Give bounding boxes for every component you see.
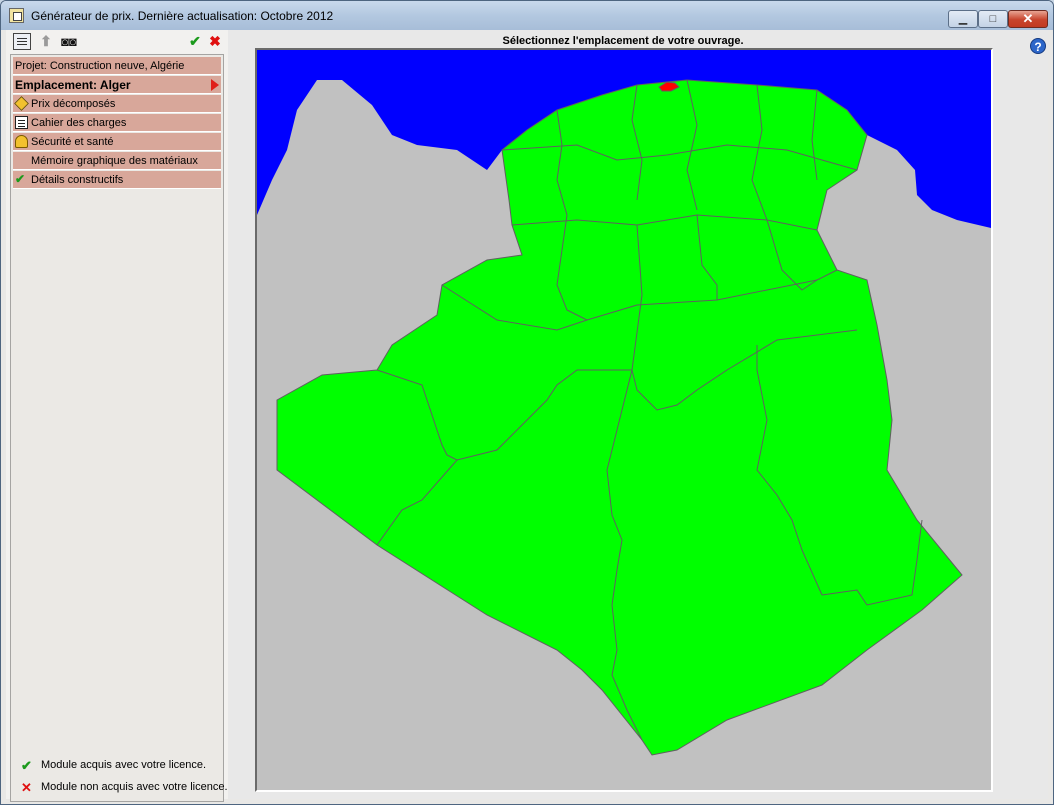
minimize-icon: ▁ bbox=[958, 13, 968, 25]
map-frame bbox=[255, 48, 993, 792]
legend-not-acquired-text: Module non acquis avec votre licence. bbox=[41, 781, 228, 793]
menu-item-cahier-des-charges[interactable]: Cahier des charges bbox=[13, 114, 221, 132]
check-icon: ✔ bbox=[15, 172, 26, 186]
prix-decomposes-icon bbox=[14, 96, 29, 111]
algeria-map[interactable] bbox=[257, 50, 991, 790]
menu-item-label: Détails constructifs bbox=[31, 174, 124, 186]
minimize-button[interactable]: ▁ bbox=[948, 10, 978, 28]
app-window: Générateur de prix. Dernière actualisati… bbox=[0, 0, 1054, 805]
menu-item-label: Cahier des charges bbox=[31, 117, 127, 129]
green-check-icon: ✔ bbox=[21, 758, 32, 773]
menu-item-label: Prix décomposés bbox=[31, 98, 116, 110]
location-row[interactable]: Emplacement: Alger bbox=[13, 76, 221, 94]
project-row[interactable]: Projet: Construction neuve, Algérie bbox=[13, 57, 221, 75]
location-label: Emplacement: Alger bbox=[15, 78, 131, 92]
algeria-land[interactable] bbox=[276, 79, 963, 756]
map-area: Sélectionnez l'emplacement de votre ouvr… bbox=[228, 30, 1048, 799]
menu-item-label: Sécurité et santé bbox=[31, 136, 114, 148]
menu-item-prix-decomposes[interactable]: Prix décomposés bbox=[13, 95, 221, 113]
close-button[interactable]: ✕ bbox=[1008, 10, 1048, 28]
red-cross-icon: ✕ bbox=[21, 780, 32, 795]
navigation-panel: Projet: Construction neuve, Algérie Empl… bbox=[10, 54, 228, 802]
binoculars-icon[interactable]: ◙◙ bbox=[60, 33, 78, 50]
toolbar: ⬆ ◙◙ ✔ ✖ bbox=[10, 31, 224, 53]
menu-item-label: Mémoire graphique des matériaux bbox=[31, 155, 198, 167]
checkmark-icon[interactable]: ✔ bbox=[186, 33, 204, 50]
helmet-icon bbox=[15, 135, 28, 148]
app-icon bbox=[9, 8, 24, 23]
menu-item-securite-sante[interactable]: Sécurité et santé bbox=[13, 133, 221, 151]
title-bar: Générateur de prix. Dernière actualisati… bbox=[1, 1, 1053, 30]
project-label: Projet: Construction neuve, Algérie bbox=[15, 60, 185, 72]
map-title: Sélectionnez l'emplacement de votre ouvr… bbox=[502, 35, 744, 47]
maximize-icon: □ bbox=[989, 13, 997, 25]
expand-arrow-icon[interactable] bbox=[211, 79, 219, 91]
document-view-icon[interactable] bbox=[13, 33, 31, 50]
menu-item-details-constructifs[interactable]: ✔ Détails constructifs bbox=[13, 171, 221, 189]
legend-acquired-text: Module acquis avec votre licence. bbox=[41, 759, 207, 771]
menu-item-memoire-graphique[interactable]: Mémoire graphique des matériaux bbox=[13, 152, 221, 170]
maximize-button[interactable]: □ bbox=[978, 10, 1008, 28]
client-area: ⬆ ◙◙ ✔ ✖ Projet: Construction neuve, Alg… bbox=[6, 30, 1048, 802]
up-arrow-icon[interactable]: ⬆ bbox=[37, 33, 55, 50]
help-icon[interactable]: ? bbox=[1030, 38, 1046, 54]
close-icon: ✕ bbox=[1022, 11, 1034, 26]
cahier-icon bbox=[15, 116, 28, 129]
cancel-icon[interactable]: ✖ bbox=[206, 33, 224, 50]
window-title: Générateur de prix. Dernière actualisati… bbox=[31, 9, 334, 23]
